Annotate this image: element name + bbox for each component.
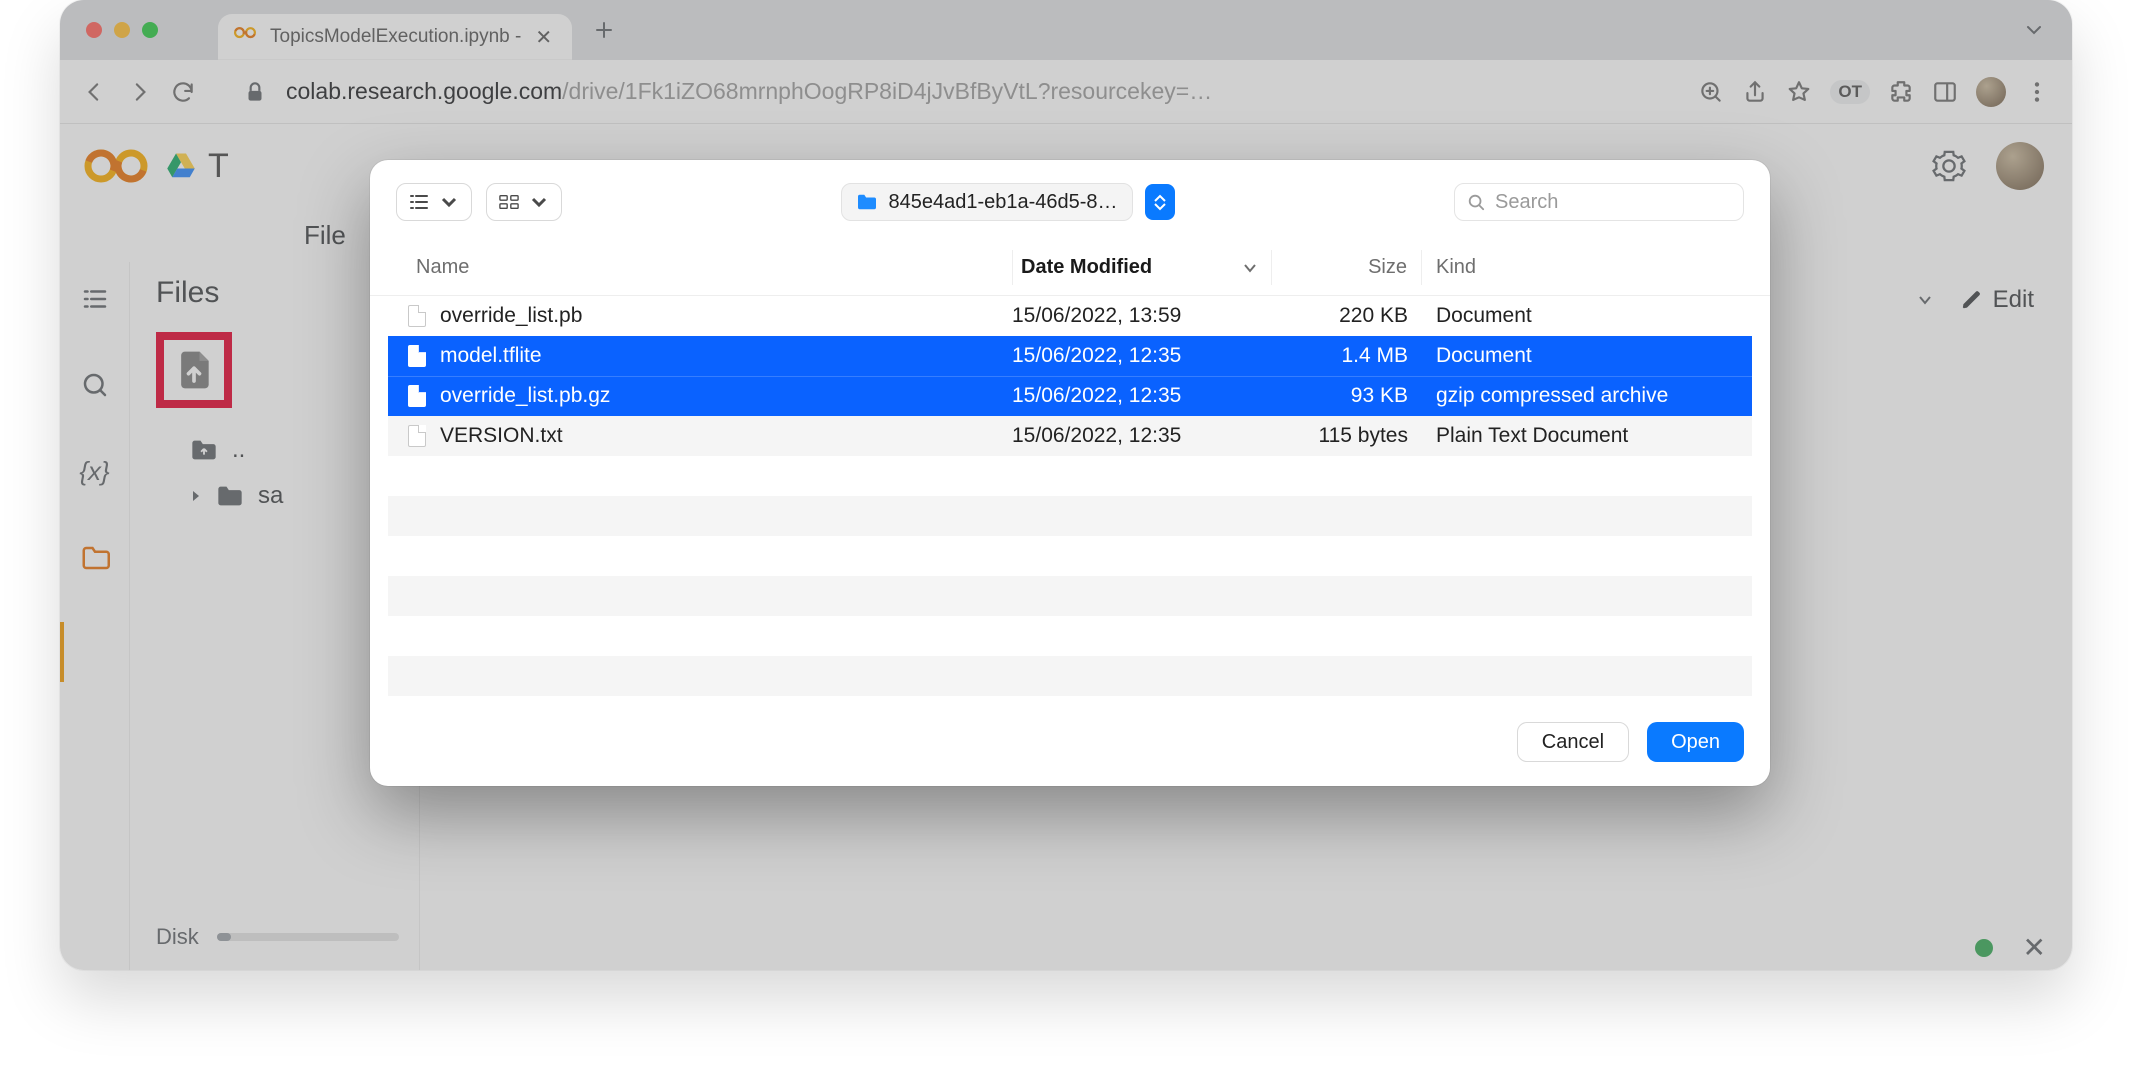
chevron-down-icon bbox=[1243, 261, 1257, 275]
chevron-down-icon bbox=[1154, 203, 1166, 211]
col-size[interactable]: Size bbox=[1272, 250, 1422, 285]
file-modified: 15/06/2022, 12:35 bbox=[1012, 344, 1272, 368]
cancel-button[interactable]: Cancel bbox=[1517, 722, 1629, 762]
path-label: 845e4ad1-eb1a-46d5-8… bbox=[888, 191, 1117, 214]
file-name: override_list.pb bbox=[440, 304, 582, 328]
file-name: model.tflite bbox=[440, 344, 542, 368]
view-list-button[interactable] bbox=[396, 183, 472, 221]
path-stepper[interactable] bbox=[1145, 184, 1175, 220]
dialog-toolbar: 845e4ad1-eb1a-46d5-8… Search bbox=[370, 160, 1770, 240]
file-name: VERSION.txt bbox=[440, 424, 563, 448]
search-icon bbox=[1467, 193, 1485, 211]
file-row[interactable]: override_list.pb.gz 15/06/2022, 12:3593 K… bbox=[388, 376, 1752, 416]
file-size: 220 KB bbox=[1272, 304, 1422, 328]
file-size: 1.4 MB bbox=[1272, 344, 1422, 368]
file-icon bbox=[408, 305, 426, 327]
file-list-empty-rows bbox=[370, 456, 1770, 696]
chevron-down-icon bbox=[529, 193, 549, 211]
file-name: override_list.pb.gz bbox=[440, 384, 610, 408]
column-headers: Name Date Modified Size Kind bbox=[370, 240, 1770, 296]
search-input[interactable]: Search bbox=[1454, 183, 1744, 221]
file-modified: 15/06/2022, 12:35 bbox=[1012, 384, 1272, 408]
file-modified: 15/06/2022, 12:35 bbox=[1012, 424, 1272, 448]
folder-icon bbox=[856, 193, 878, 211]
file-size: 93 KB bbox=[1272, 384, 1422, 408]
open-button[interactable]: Open bbox=[1647, 722, 1744, 762]
file-kind: Document bbox=[1422, 304, 1752, 328]
col-name[interactable]: Name bbox=[408, 250, 1012, 285]
file-modified: 15/06/2022, 13:59 bbox=[1012, 304, 1272, 328]
file-row[interactable]: VERSION.txt 15/06/2022, 12:35115 bytesPla… bbox=[388, 416, 1752, 456]
file-kind: gzip compressed archive bbox=[1422, 384, 1752, 408]
chevron-down-icon bbox=[439, 193, 459, 211]
path-dropdown[interactable]: 845e4ad1-eb1a-46d5-8… bbox=[841, 183, 1132, 221]
file-kind: Plain Text Document bbox=[1422, 424, 1752, 448]
file-row[interactable]: model.tflite 15/06/2022, 12:351.4 MBDocum… bbox=[388, 336, 1752, 376]
file-icon bbox=[408, 345, 426, 367]
file-size: 115 bytes bbox=[1272, 424, 1422, 448]
dialog-actions: Cancel Open bbox=[370, 696, 1770, 770]
chevron-up-icon bbox=[1154, 194, 1166, 202]
search-placeholder: Search bbox=[1495, 191, 1558, 214]
file-row[interactable]: override_list.pb 15/06/2022, 13:59220 KBD… bbox=[388, 296, 1752, 336]
file-kind: Document bbox=[1422, 344, 1752, 368]
file-icon bbox=[408, 385, 426, 407]
group-button[interactable] bbox=[486, 183, 562, 221]
file-icon bbox=[408, 425, 426, 447]
col-date-modified[interactable]: Date Modified bbox=[1012, 250, 1272, 285]
file-open-dialog: 845e4ad1-eb1a-46d5-8… Search Name Date M… bbox=[370, 160, 1770, 786]
col-kind[interactable]: Kind bbox=[1422, 250, 1752, 285]
file-list: override_list.pb 15/06/2022, 13:59220 KBD… bbox=[370, 296, 1770, 456]
